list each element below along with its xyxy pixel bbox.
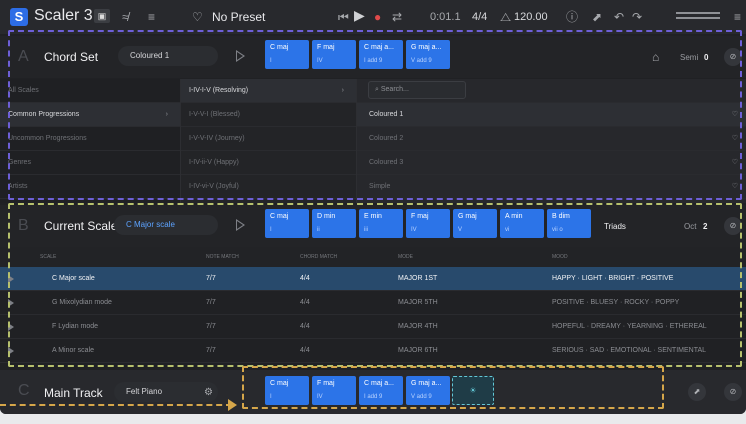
section-letter-c: C [18, 382, 30, 399]
metronome-icon[interactable]: ⧍ [500, 11, 511, 23]
chord-set-outline [8, 30, 742, 200]
play-icon[interactable]: ▶ [354, 8, 365, 22]
mixer-sliders-icon[interactable] [676, 12, 720, 20]
drag-arrow-head [228, 399, 237, 411]
drag-arrow-line [0, 404, 232, 406]
scaler-app-window: S Scaler 3 ▣ ≉ ≡ ♡ No Preset ⏮ ▶ ● ⇄ 0:0… [0, 0, 746, 414]
record-icon[interactable]: ● [374, 11, 381, 23]
app-title: Scaler 3 [34, 7, 93, 24]
time-signature[interactable]: 4/4 [472, 11, 487, 23]
keyboard-view-icon[interactable]: ▣ [94, 9, 110, 23]
link-icon[interactable]: ⊘ [724, 383, 742, 401]
export-icon[interactable]: ⬈ [592, 11, 602, 23]
main-track-outline [242, 366, 664, 409]
hamburger-menu-icon[interactable]: ≡ [734, 11, 741, 23]
instrument-selector[interactable]: Felt Piano [114, 382, 218, 402]
instrument-settings-icon[interactable]: ⚙ [204, 387, 213, 399]
current-scale-outline [8, 203, 742, 367]
tempo-value[interactable]: 120.00 [514, 11, 548, 23]
playback-position: 0:01.1 [430, 11, 461, 23]
favorite-heart-icon[interactable]: ♡ [192, 11, 203, 23]
preset-name[interactable]: No Preset [212, 10, 265, 24]
info-icon[interactable]: ⓘ [566, 11, 578, 23]
undo-icon[interactable]: ↶ [614, 11, 624, 23]
export-track-icon[interactable]: ⬈ [688, 383, 706, 401]
menu-icon[interactable]: ≡ [148, 11, 155, 23]
app-logo: S [10, 8, 28, 26]
guitar-icon[interactable]: ≉ [122, 11, 129, 23]
main-track-title: Main Track [44, 386, 103, 400]
skip-back-icon[interactable]: ⏮ [338, 11, 349, 23]
redo-icon[interactable]: ↷ [632, 11, 642, 23]
top-toolbar: S Scaler 3 ▣ ≉ ≡ ♡ No Preset ⏮ ▶ ● ⇄ 0:0… [0, 0, 746, 34]
loop-icon[interactable]: ⇄ [392, 11, 402, 23]
